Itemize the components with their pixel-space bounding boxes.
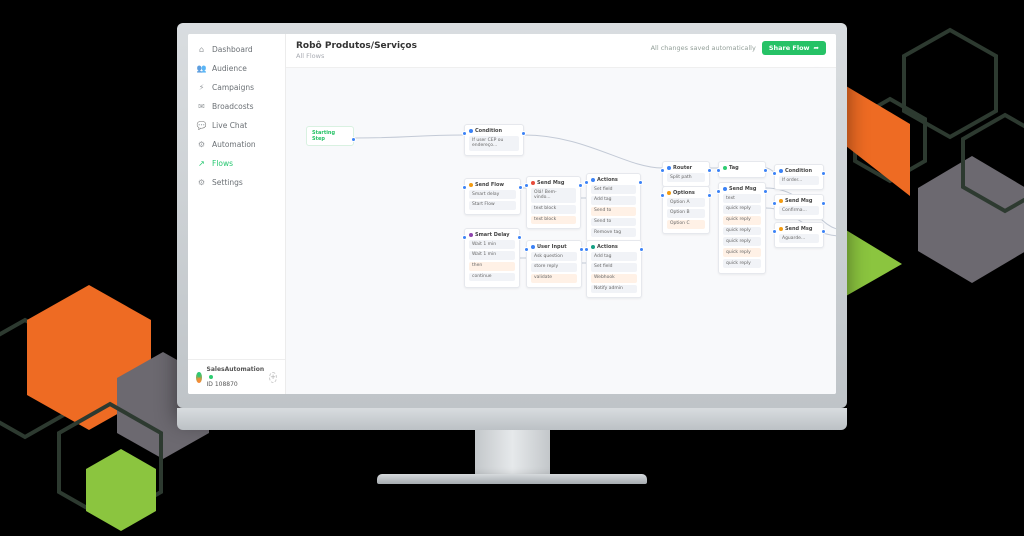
flow-title: Robô Produtos/Serviços (296, 41, 417, 51)
app-screen: ⌂ Dashboard 👥 Audience ⚡ Campaigns ✉ Broadco… (188, 34, 836, 394)
sidebar-item-label: Flows (212, 160, 233, 168)
account-switcher[interactable]: SalesAutomation ID 108870 + (188, 359, 285, 394)
flow-node[interactable]: Tag (718, 161, 766, 178)
breadcrumb[interactable]: All Flows (296, 52, 417, 60)
monitor-frame: ⌂ Dashboard 👥 Audience ⚡ Campaigns ✉ Broadco… (177, 23, 847, 513)
sidebar-item-livechat[interactable]: 💬 Live Chat (188, 116, 285, 135)
share-button[interactable]: Share Flow➦ (762, 41, 826, 55)
home-icon: ⌂ (197, 45, 206, 54)
sidebar-item-audience[interactable]: 👥 Audience (188, 59, 285, 78)
flows-icon: ↗ (197, 159, 206, 168)
flow-node[interactable]: Send MsgAguarde... (774, 222, 824, 248)
flow-node[interactable]: Send Msgtextquick replyquick replyquick … (718, 182, 766, 274)
sidebar-item-label: Audience (212, 65, 247, 73)
add-account-button[interactable]: + (269, 372, 277, 383)
sidebar-nav: ⌂ Dashboard 👥 Audience ⚡ Campaigns ✉ Broadco… (188, 34, 285, 359)
settings-icon: ⚙ (197, 178, 206, 187)
share-icon: ➦ (814, 44, 819, 52)
flow-node[interactable]: ConditionIf order... (774, 164, 824, 190)
sidebar-item-label: Live Chat (212, 122, 247, 130)
automation-icon: ⚙ (197, 140, 206, 149)
flow-node[interactable]: RouterSplit path (662, 161, 710, 187)
autosave-status: All changes saved automatically (651, 44, 756, 52)
account-avatar (196, 372, 202, 383)
sidebar-item-broadcasts[interactable]: ✉ Broadcosts (188, 97, 285, 116)
sidebar-item-label: Broadcosts (212, 103, 253, 111)
flow-node[interactable]: Smart DelayWait 1 minWait 1 minthenconti… (464, 228, 520, 288)
sidebar-item-campaigns[interactable]: ⚡ Campaigns (188, 78, 285, 97)
audience-icon: 👥 (197, 64, 206, 73)
flow-node[interactable]: OptionsOption AOption BOption C (662, 186, 710, 234)
sidebar-item-automation[interactable]: ⚙ Automation (188, 135, 285, 154)
livechat-icon: 💬 (197, 121, 206, 130)
broadcasts-icon: ✉ (197, 102, 206, 111)
flow-node[interactable]: Send MsgOlá! Bem-vindo...text blocktext … (526, 176, 581, 229)
flow-node[interactable]: ActionsSet fieldAdd tagSend toSend toRem… (586, 173, 641, 242)
sidebar-item-label: Settings (212, 179, 243, 187)
sidebar-item-settings[interactable]: ⚙ Settings (188, 173, 285, 192)
sidebar-item-label: Campaigns (212, 84, 254, 92)
sidebar-item-label: Dashboard (212, 46, 253, 54)
start-node[interactable]: Starting Step (306, 126, 354, 146)
flow-node[interactable]: Send FlowSmart delayStart Flow (464, 178, 521, 215)
topbar: Robô Produtos/Serviços All Flows All cha… (286, 34, 836, 68)
flow-node[interactable]: User InputAsk questionstore replyvalidat… (526, 240, 582, 288)
status-dot-online (209, 375, 213, 379)
sidebar-item-label: Automation (212, 141, 256, 149)
flow-canvas[interactable]: Starting Step ConditionIf user CEP ou en… (286, 68, 836, 394)
flow-node[interactable]: ConditionIf user CEP ou endereço... (464, 124, 524, 156)
sidebar-item-dashboard[interactable]: ⌂ Dashboard (188, 40, 285, 59)
main-area: Robô Produtos/Serviços All Flows All cha… (286, 34, 836, 394)
account-info: SalesAutomation ID 108870 (207, 366, 265, 388)
sidebar: ⌂ Dashboard 👥 Audience ⚡ Campaigns ✉ Broadco… (188, 34, 286, 394)
sidebar-item-flows[interactable]: ↗ Flows (188, 154, 285, 173)
flow-node[interactable]: Send MsgConfirma... (774, 194, 824, 220)
campaigns-icon: ⚡ (197, 83, 206, 92)
flow-node[interactable]: ActionsAdd tagSet fieldWebhookNotify adm… (586, 240, 642, 298)
